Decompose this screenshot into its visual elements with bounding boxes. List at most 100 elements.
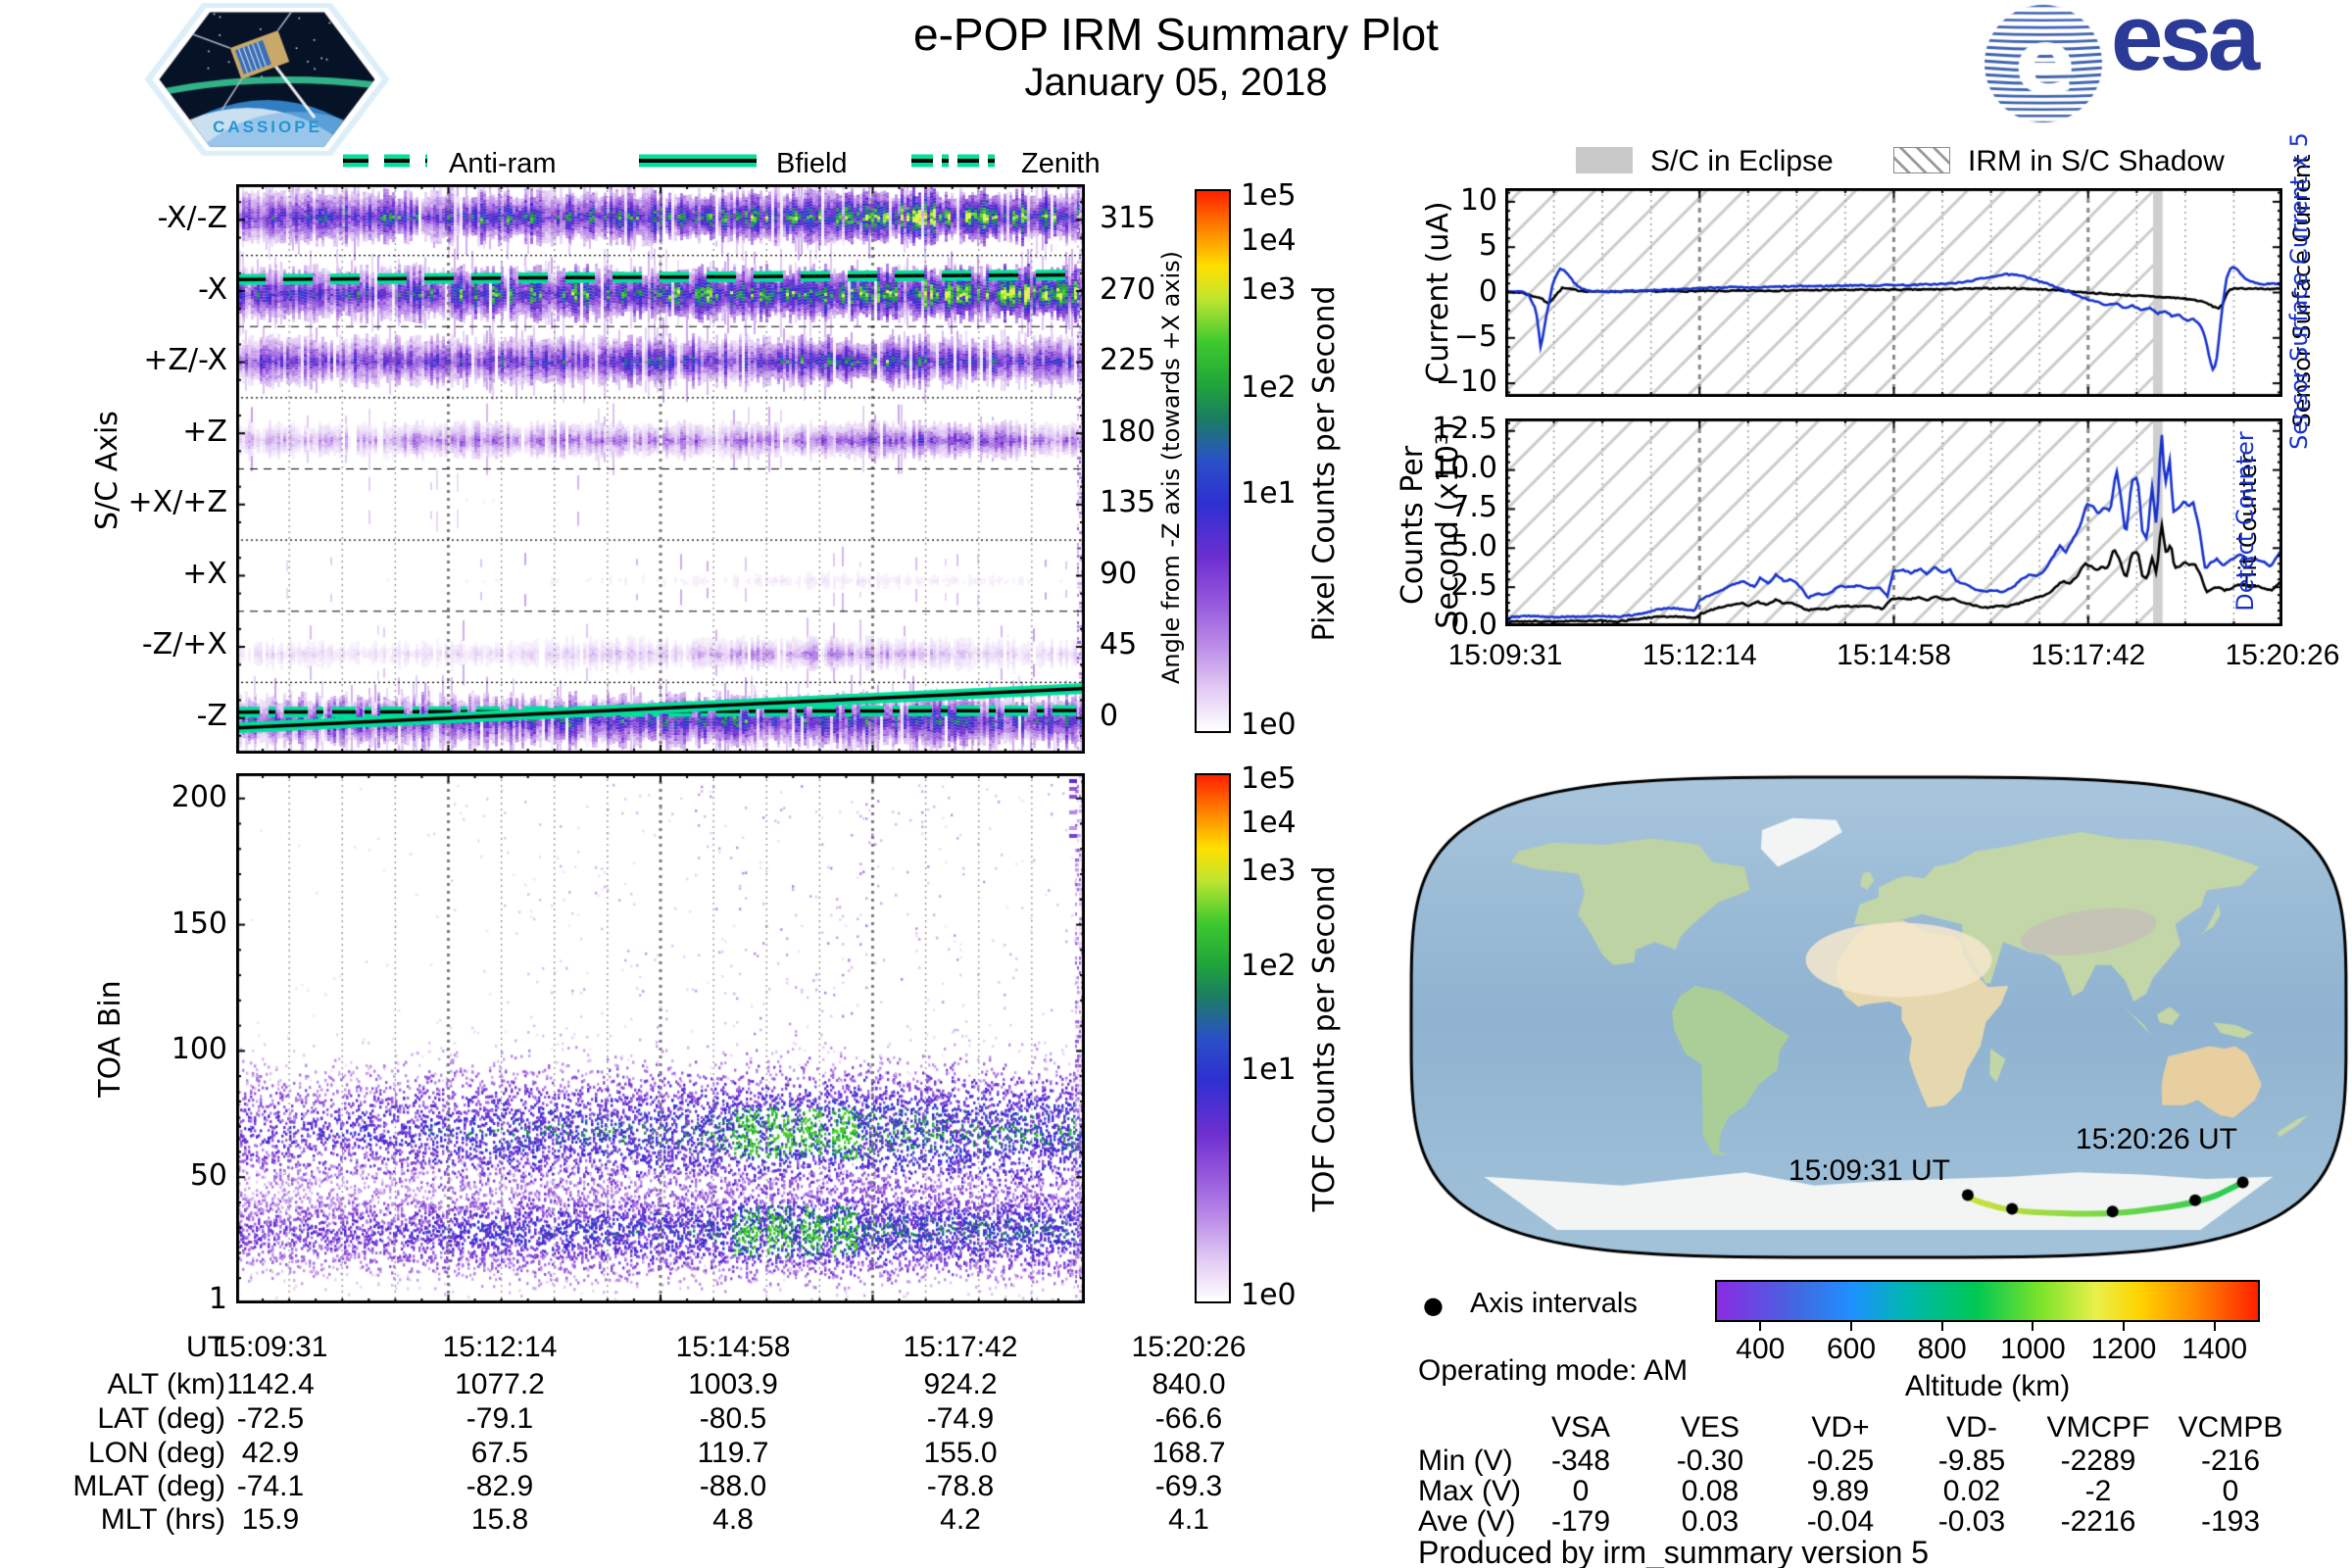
counts-ytick-label: 10.0 (1399, 451, 1497, 485)
spec2-ytick-label: 200 (118, 780, 227, 814)
counts-ytick-label: 0.0 (1399, 608, 1497, 642)
bfield-legend-label: Bfield (776, 148, 848, 180)
current-right-label-blue: Sensor Surface Current x 5 (2285, 129, 2313, 453)
track-start-label: 15:09:31 UT (1754, 1154, 1950, 1188)
axis-intervals-label: Axis intervals (1470, 1288, 1638, 1320)
ephemeris-cell: -78.8 (867, 1470, 1054, 1503)
tof-colorbar-label: TOF Counts per Second (1307, 853, 1343, 1225)
anti-ram-legend-label: Anti-ram (449, 148, 557, 180)
toa-spectrogram-canvas (236, 773, 1085, 1303)
current-plot-canvas (1505, 188, 2282, 397)
shadow-legend-label: IRM in S/C Shadow (1968, 145, 2225, 178)
voltage-cell: -0.30 (1642, 1445, 1779, 1478)
altitude-tick-mark (2032, 1322, 2034, 1331)
counts-ytick-label: 5.0 (1399, 529, 1497, 564)
tof-colorbar-tick-label: 1e5 (1241, 761, 1329, 796)
counts-ytick-label: 2.5 (1399, 568, 1497, 603)
voltage-cell: 0.03 (1642, 1505, 1779, 1539)
ephemeris-cell: 15:09:31 (177, 1331, 364, 1364)
ephemeris-cell: -82.9 (407, 1470, 593, 1503)
altitude-tick-mark (2123, 1322, 2125, 1331)
ephemeris-cell: 15:20:26 (1096, 1331, 1282, 1364)
time-tick-label: 15:17:42 (1995, 639, 2181, 672)
voltage-cell: -2289 (2030, 1445, 2167, 1478)
spec1-angle-title: Angle from -Z axis (towards +X axis) (1157, 242, 1187, 693)
pixel-colorbar (1195, 189, 1231, 733)
pixel-colorbar-tick-label: 1e5 (1241, 178, 1329, 213)
current-ytick-label: −5 (1399, 319, 1497, 354)
ephemeris-cell: -79.1 (407, 1402, 593, 1436)
altitude-colorbar (1715, 1280, 2260, 1322)
pixel-colorbar-tick-label: 1e0 (1241, 708, 1329, 742)
eclipse-legend-label: S/C in Eclipse (1650, 145, 1834, 178)
time-tick-label: 15:20:26 (2189, 639, 2352, 672)
voltage-cell: -179 (1512, 1505, 1649, 1539)
tof-colorbar-tick-label: 1e0 (1241, 1278, 1329, 1312)
ephemeris-cell: 1142.4 (177, 1368, 364, 1401)
voltage-column-header: VSA (1512, 1411, 1649, 1445)
spec1-angle-tick-label: 0 (1100, 699, 1188, 733)
overlay-line-legend: Anti-ram . Bfield Zenith (333, 143, 1166, 182)
ephemeris-cell: -88.0 (640, 1470, 826, 1503)
bfield-line-icon (639, 153, 757, 169)
pixel-colorbar-label: Pixel Counts per Second (1307, 277, 1343, 650)
spec1-row-label: +Z/-X (39, 343, 227, 377)
voltage-cell: 9.89 (1772, 1475, 1909, 1508)
spec2-ytick-label: 100 (118, 1032, 227, 1066)
time-tick-label: 15:12:14 (1606, 639, 1792, 672)
produced-by-footer: Produced by irm_summary version 5 (1418, 1535, 1929, 1568)
zenith-legend-label: Zenith (1021, 148, 1101, 180)
counts-ytick-label: 7.5 (1399, 490, 1497, 524)
voltage-cell: 0 (1512, 1475, 1649, 1508)
counts-ytick-label: 12.5 (1399, 412, 1497, 446)
ephemeris-cell: 15:12:14 (407, 1331, 593, 1364)
ephemeris-cell: -80.5 (640, 1402, 826, 1436)
voltage-cell: -2216 (2030, 1505, 2167, 1539)
cassiope-patch-label: CASSIOPE (170, 118, 366, 137)
time-tick-label: 15:14:58 (1801, 639, 1987, 672)
spec1-row-label: -X/-Z (39, 201, 227, 235)
voltage-column-header: VD- (1903, 1411, 2040, 1445)
voltage-cell: -216 (2162, 1445, 2299, 1478)
ephemeris-cell: 4.1 (1096, 1503, 1282, 1537)
ephemeris-cell: 1077.2 (407, 1368, 593, 1401)
ephemeris-cell: 4.8 (640, 1503, 826, 1537)
counts-plot-canvas (1505, 418, 2282, 626)
voltage-cell: -193 (2162, 1505, 2299, 1539)
spec2-ytick-label: 1 (118, 1282, 227, 1316)
ephemeris-cell: 67.5 (407, 1437, 593, 1470)
ephemeris-cell: -69.3 (1096, 1470, 1282, 1503)
operating-mode-label: Operating mode: AM (1418, 1354, 1688, 1388)
pixel-colorbar-tick-label: 1e4 (1241, 223, 1329, 258)
current-ytick-label: 0 (1399, 274, 1497, 309)
ephemeris-cell: 155.0 (867, 1437, 1054, 1470)
ephemeris-cell: 840.0 (1096, 1368, 1282, 1401)
current-ytick-label: 10 (1399, 183, 1497, 218)
zenith-line-icon (911, 153, 996, 169)
page-title: e-POP IRM Summary Plot (686, 8, 1666, 61)
ephemeris-cell: 168.7 (1096, 1437, 1282, 1470)
ephemeris-cell: 4.2 (867, 1503, 1054, 1537)
voltage-column-header: VMCPF (2030, 1411, 2167, 1445)
voltage-column-header: VCMPB (2162, 1411, 2299, 1445)
ephemeris-cell: -66.6 (1096, 1402, 1282, 1436)
epop-irm-summary-figure: CASSIOPE e-POP IRM Summary Plot January … (0, 0, 2352, 1568)
ephemeris-cell: -72.5 (177, 1402, 364, 1436)
altitude-tick-label: 1400 (2156, 1333, 2274, 1366)
spec1-row-label: -Z/+X (39, 627, 227, 662)
voltage-cell: 0.02 (1903, 1475, 2040, 1508)
spec1-row-label: -Z (39, 699, 227, 733)
ephemeris-cell: 15:14:58 (640, 1331, 826, 1364)
tof-colorbar (1195, 773, 1231, 1303)
spec1-row-label: +X/+Z (39, 485, 227, 519)
altitude-tick-mark (1850, 1322, 1852, 1331)
axis-intervals-dot-icon: ● (1423, 1292, 1444, 1319)
counts-right-label-blue: Detect Counter (2231, 423, 2259, 619)
voltage-cell: -0.25 (1772, 1445, 1909, 1478)
ephemeris-cell: 15:17:42 (867, 1331, 1054, 1364)
eclipse-swatch-icon (1576, 147, 1633, 173)
shadow-legend: S/C in Eclipse IRM in S/C Shadow (1568, 139, 2342, 182)
cassiope-mission-patch: CASSIOPE (142, 0, 392, 159)
ephemeris-cell: -74.9 (867, 1402, 1054, 1436)
spec1-angle-tick-label: 315 (1100, 201, 1188, 235)
